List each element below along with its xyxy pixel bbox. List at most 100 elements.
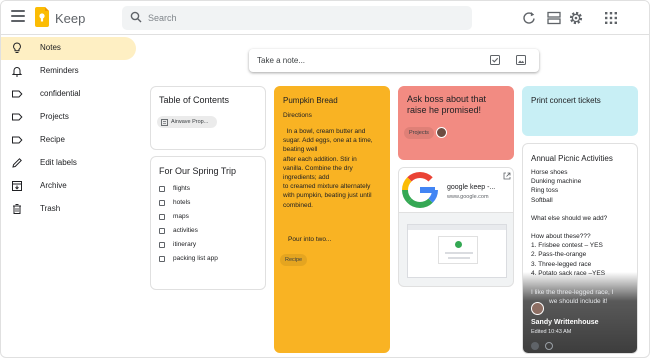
checkbox-list-icon[interactable] xyxy=(489,54,501,66)
sidebar-item-edit-labels[interactable]: Edit labels xyxy=(1,152,136,175)
note-line: What else should we add? xyxy=(531,214,608,222)
note-line: we should include it! xyxy=(549,298,608,305)
sidebar-item-projects[interactable]: Projects xyxy=(1,106,136,129)
refresh-icon[interactable] xyxy=(521,10,537,26)
note-title: Annual Picnic Activities xyxy=(531,154,613,163)
checklist-item-text: hotels xyxy=(173,199,191,206)
sidebar-item-recipe[interactable]: Recipe xyxy=(1,129,136,152)
sidebar-item-reminders[interactable]: Reminders xyxy=(1,60,136,83)
note-title: Ask boss about that raise he promised! xyxy=(407,94,486,116)
image-icon[interactable] xyxy=(515,54,527,66)
sidebar-item-label: Recipe xyxy=(40,135,65,144)
note-card-ask-boss[interactable]: Ask boss about that raise he promised! P… xyxy=(398,86,514,160)
note-line: 2. Pass-the-orange xyxy=(531,251,587,259)
keep-logo-icon xyxy=(35,7,49,27)
sidebar-item-trash[interactable]: Trash xyxy=(1,198,136,221)
search-input[interactable] xyxy=(148,9,458,27)
note-subtitle: Directions xyxy=(283,112,312,119)
note-title-line: raise he promised! xyxy=(407,105,482,115)
note-body: Horse shoes Dunking machine Ring toss So… xyxy=(531,168,635,278)
label-icon xyxy=(12,90,23,98)
sidebar-item-confidential[interactable]: confidential xyxy=(1,83,136,106)
sidebar-item-archive[interactable]: Archive xyxy=(1,175,136,198)
note-line: Dunking machine xyxy=(531,178,582,186)
screenshot-thumbnail[interactable] xyxy=(407,224,507,278)
note-line: to creamed mixture alternately xyxy=(283,183,371,191)
attachment-chip[interactable]: Airwave Prop... xyxy=(157,116,217,128)
checkbox[interactable] xyxy=(159,256,165,262)
note-line: Softball xyxy=(531,196,553,204)
thumbnail-line xyxy=(445,252,473,254)
note-line: 3. Three-legged race xyxy=(531,260,592,268)
checklist-item-text: packing list app xyxy=(173,255,218,262)
edited-timestamp: Edited 10:43 AM xyxy=(531,329,572,335)
settings-icon[interactable] xyxy=(568,10,584,26)
note-title-line: Ask boss about that xyxy=(407,94,487,104)
note-line: combined. xyxy=(283,201,313,209)
checklist-item-text: itinerary xyxy=(173,241,197,248)
note-title: For Our Spring Trip xyxy=(159,166,237,176)
checkbox[interactable] xyxy=(159,200,165,206)
checkbox[interactable] xyxy=(159,186,165,192)
note-card-spring-trip[interactable]: For Our Spring Trip flights hotels maps … xyxy=(150,156,266,290)
sidebar-item-label: Trash xyxy=(40,204,61,213)
main-menu-icon[interactable] xyxy=(11,10,25,24)
collaborator-icon[interactable] xyxy=(545,342,553,350)
checklist-item-text: maps xyxy=(173,213,189,220)
checkbox[interactable] xyxy=(159,228,165,234)
app-title: Keep xyxy=(55,11,86,26)
note-line: with pumpkin, beating just until xyxy=(283,192,372,200)
note-line: Ring toss xyxy=(531,187,559,195)
note-line: Horse shoes xyxy=(531,169,568,176)
google-logo-icon xyxy=(402,172,438,208)
sidebar-item-label: Projects xyxy=(40,112,69,121)
note-card-picnic[interactable]: Annual Picnic Activities Horse shoes Dun… xyxy=(522,143,638,354)
thumbnail-toolbar xyxy=(408,225,506,230)
checklist-item-text: flights xyxy=(173,185,190,192)
search-bar[interactable] xyxy=(122,6,472,30)
take-note-bar[interactable]: Take a note... xyxy=(249,49,539,72)
attachment-name: Airwave Prop... xyxy=(171,119,209,125)
note-card-concert-tickets[interactable]: Print concert tickets xyxy=(522,86,638,136)
note-line: sugar. Add eggs, one at a time, xyxy=(283,137,373,145)
note-line: beating well xyxy=(283,146,318,154)
document-icon xyxy=(161,118,168,126)
search-icon[interactable] xyxy=(130,11,142,23)
note-title: Table of Contents xyxy=(159,95,230,105)
owner-avatar xyxy=(531,342,539,350)
label-icon xyxy=(12,136,23,144)
note-line: In a bowl, cream butter and xyxy=(283,128,366,135)
label-chip-projects[interactable]: Projects xyxy=(404,127,434,139)
sidebar-item-label: Notes xyxy=(40,43,61,52)
note-line: I like the three-legged race, I xyxy=(531,289,614,296)
note-card-link[interactable]: google keep -... www.google.com xyxy=(398,167,514,287)
note-line: 1. Frisbee contest – YES xyxy=(531,242,603,250)
sidebar-item-notes[interactable]: Notes xyxy=(1,37,136,60)
collaborator-avatar xyxy=(436,127,447,138)
take-note-input[interactable]: Take a note... xyxy=(257,56,305,65)
pencil-icon xyxy=(12,158,22,168)
note-title: Print concert tickets xyxy=(531,96,601,105)
checkbox[interactable] xyxy=(159,242,165,248)
open-link-icon[interactable] xyxy=(503,172,511,180)
sidebar-item-label: Edit labels xyxy=(40,158,77,167)
collaborator-overlay: I like the three-legged race, I we shoul… xyxy=(523,272,637,353)
sidebar-item-label: Archive xyxy=(40,181,67,190)
link-url: www.google.com xyxy=(447,194,489,200)
app-window: Keep Search Notes Reminders confidential… xyxy=(0,0,650,358)
trash-icon xyxy=(13,204,21,214)
link-title: google keep -... xyxy=(447,184,496,191)
apps-grid-icon[interactable] xyxy=(603,10,619,26)
note-card-pumpkin-bread[interactable]: Pumpkin Bread Directions In a bowl, crea… xyxy=(274,86,390,353)
note-line: Pour into two... xyxy=(288,236,332,243)
note-line: How about these??? xyxy=(531,233,591,241)
link-preview[interactable]: google keep -... www.google.com xyxy=(399,168,513,212)
note-line: vanilla. Combine the dry xyxy=(283,164,353,172)
note-card-table-of-contents[interactable]: Table of Contents Airwave Prop... xyxy=(150,86,266,150)
checkbox[interactable] xyxy=(159,214,165,220)
sidebar: Notes Reminders confidential Projects Re… xyxy=(1,37,141,221)
list-view-icon[interactable] xyxy=(546,10,562,26)
sidebar-item-label: confidential xyxy=(40,89,81,98)
top-bar: Keep xyxy=(1,1,649,35)
label-chip-recipe[interactable]: Recipe xyxy=(280,254,308,266)
